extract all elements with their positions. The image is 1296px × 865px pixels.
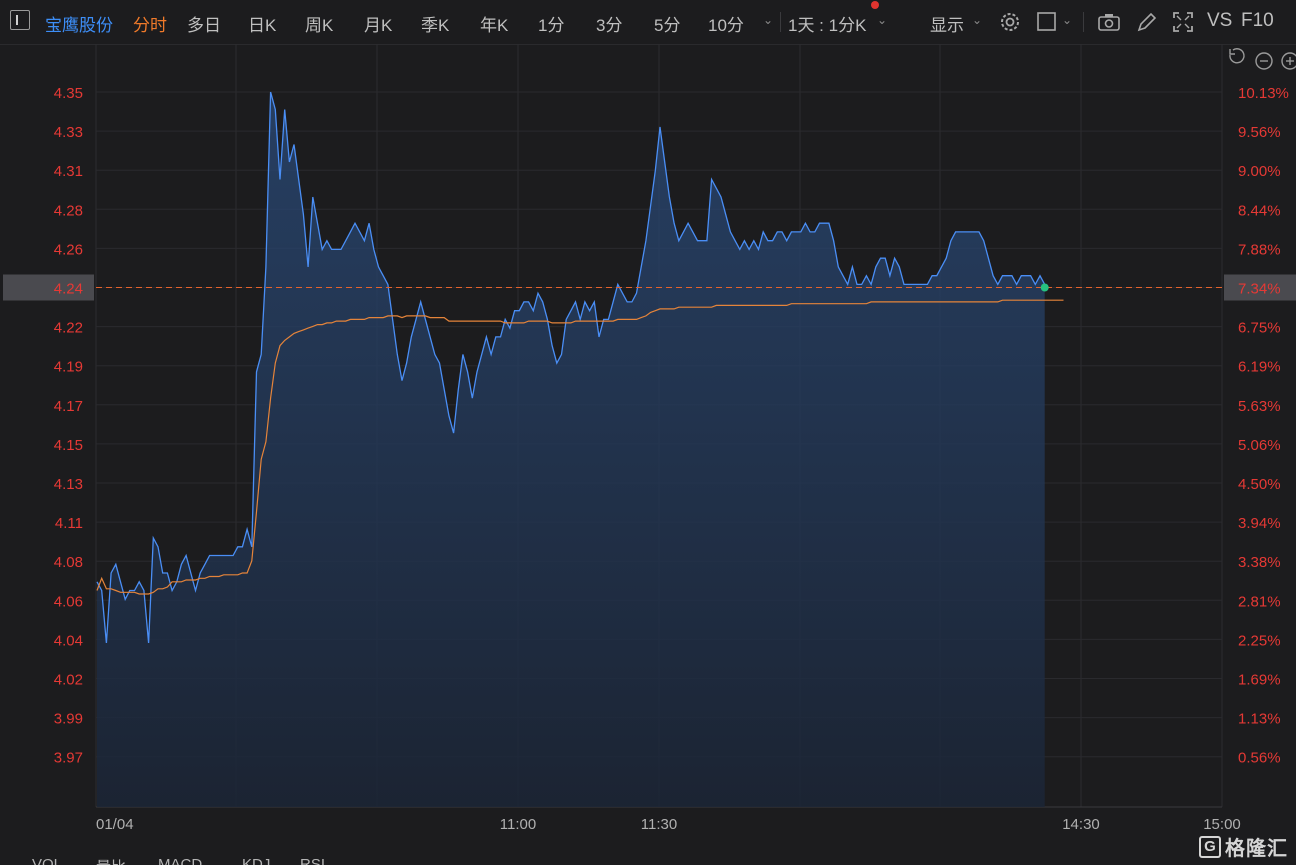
tab-multi-day[interactable]: 多日 (187, 11, 221, 36)
chart-zoom-controls (1229, 48, 1296, 70)
pct-tick-label: 9.00% (1238, 163, 1281, 180)
more-periods-chevron-icon[interactable]: ⌄ (763, 13, 773, 27)
pct-tick-label: 2.81% (1238, 593, 1281, 610)
indicator-tabs: VOL 量比 MACD KDJ RSI (0, 852, 600, 865)
tab-weekly-k[interactable]: 周K (305, 11, 333, 36)
f10-button[interactable]: F10 (1241, 10, 1274, 32)
display-chevron-icon[interactable]: ⌄ (972, 13, 982, 27)
x-tick-label: 11:30 (641, 816, 677, 833)
pct-tick-label: 9.56% (1238, 124, 1281, 141)
layout-chevron-icon[interactable]: ⌄ (1062, 13, 1072, 27)
tab-monthly-k[interactable]: 月K (364, 11, 392, 36)
y-tick-label: 4.13 (54, 476, 83, 493)
y-tick-label: 4.17 (54, 398, 83, 415)
pct-tick-label: 3.94% (1238, 515, 1281, 532)
y-tick-label: 4.06 (54, 593, 83, 610)
pct-tick-label: 1.69% (1238, 672, 1281, 689)
y-tick-label: 4.33 (54, 124, 83, 141)
toolbar-divider-2 (1083, 12, 1084, 32)
indicator-tab-kdj[interactable]: KDJ (242, 856, 270, 865)
toolbar: 宝鹰股份 分时 多日 日K 周K 月K 季K 年K 1分 3分 5分 10分 ⌄… (0, 0, 1296, 45)
notification-dot (871, 1, 879, 9)
y-tick-label: 4.35 (54, 85, 83, 102)
y-tick-label: 3.97 (54, 750, 83, 767)
pct-tick-label: 6.75% (1238, 320, 1281, 337)
watermark-logo: G 格隆汇 (1199, 832, 1288, 861)
display-menu[interactable]: 显示 (930, 11, 964, 36)
pct-tick-label: 10.13% (1238, 85, 1289, 102)
fullscreen-icon[interactable] (1170, 9, 1196, 35)
y-tick-label: 4.19 (54, 359, 83, 376)
last-price-dot (1040, 283, 1049, 292)
tab-daily-k[interactable]: 日K (248, 11, 276, 36)
pct-tick-label: 2.25% (1238, 632, 1281, 649)
y-tick-label: 4.11 (55, 515, 83, 532)
y-tick-label: 3.99 (54, 711, 83, 728)
y-tick-label: 4.31 (54, 163, 83, 180)
x-tick-label: 15:00 (1203, 816, 1241, 833)
pct-tick-label: 5.63% (1238, 398, 1281, 415)
tab-quarterly-k[interactable]: 季K (421, 11, 449, 36)
pct-tick-label: 3.38% (1238, 554, 1281, 571)
tab-10min[interactable]: 10分 (708, 11, 744, 36)
indicator-tab-rsi[interactable]: RSI (300, 856, 325, 865)
sidebar-toggle-icon[interactable] (10, 10, 30, 30)
pct-tick-label: 1.13% (1238, 711, 1281, 728)
y-tick-label: 4.28 (54, 202, 83, 219)
watermark-text: 格隆汇 (1225, 838, 1288, 860)
y-tick-label: 4.15 (54, 437, 83, 454)
tab-1min[interactable]: 1分 (538, 11, 564, 36)
settings-gear-icon[interactable] (997, 9, 1023, 35)
x-tick-label: 14:30 (1062, 816, 1100, 833)
pct-tick-label: 7.88% (1238, 241, 1281, 258)
y-tick-label: 4.02 (54, 672, 83, 689)
stock-name[interactable]: 宝鹰股份 (45, 11, 113, 36)
period-select[interactable]: 1天 : 1分K (788, 11, 866, 36)
price-area (97, 92, 1045, 807)
indicator-tab-volume-ratio[interactable]: 量比 (96, 856, 126, 865)
pct-tick-label: 0.56% (1238, 750, 1281, 767)
indicator-tab-vol[interactable]: VOL (32, 856, 62, 865)
tab-yearly-k[interactable]: 年K (480, 11, 508, 36)
layout-box-icon[interactable] (1035, 9, 1061, 35)
x-tick-label: 01/04 (96, 816, 134, 833)
pct-tick-label: 8.44% (1238, 202, 1281, 219)
y-tick-label: 4.24 (54, 281, 83, 298)
y-tick-label: 4.22 (54, 320, 83, 337)
x-tick-label: 11:00 (500, 816, 536, 833)
period-chevron-icon[interactable]: ⌄ (877, 13, 887, 27)
y-tick-label: 4.26 (54, 241, 83, 258)
pct-tick-label: 7.34% (1238, 281, 1281, 298)
vs-button[interactable]: VS (1207, 10, 1232, 32)
tab-3min[interactable]: 3分 (596, 11, 622, 36)
pct-tick-label: 6.19% (1238, 359, 1281, 376)
indicator-tab-macd[interactable]: MACD (158, 856, 202, 865)
pct-tick-label: 5.06% (1238, 437, 1281, 454)
pct-tick-label: 4.50% (1238, 476, 1281, 493)
y-tick-label: 4.08 (54, 554, 83, 571)
tab-5min[interactable]: 5分 (654, 11, 680, 36)
camera-icon[interactable] (1096, 9, 1122, 35)
watermark-g-icon: G (1199, 835, 1221, 858)
toolbar-divider (780, 12, 781, 32)
pencil-icon[interactable] (1134, 9, 1160, 35)
tab-timeshare[interactable]: 分时 (133, 11, 167, 36)
intraday-chart[interactable]: 4.35 4.33 4.31 4.28 4.26 4.24 4.22 4.19 4.17 4.15… (0, 44, 1296, 852)
y-tick-label: 4.04 (54, 632, 83, 649)
undo-icon (1229, 48, 1245, 64)
